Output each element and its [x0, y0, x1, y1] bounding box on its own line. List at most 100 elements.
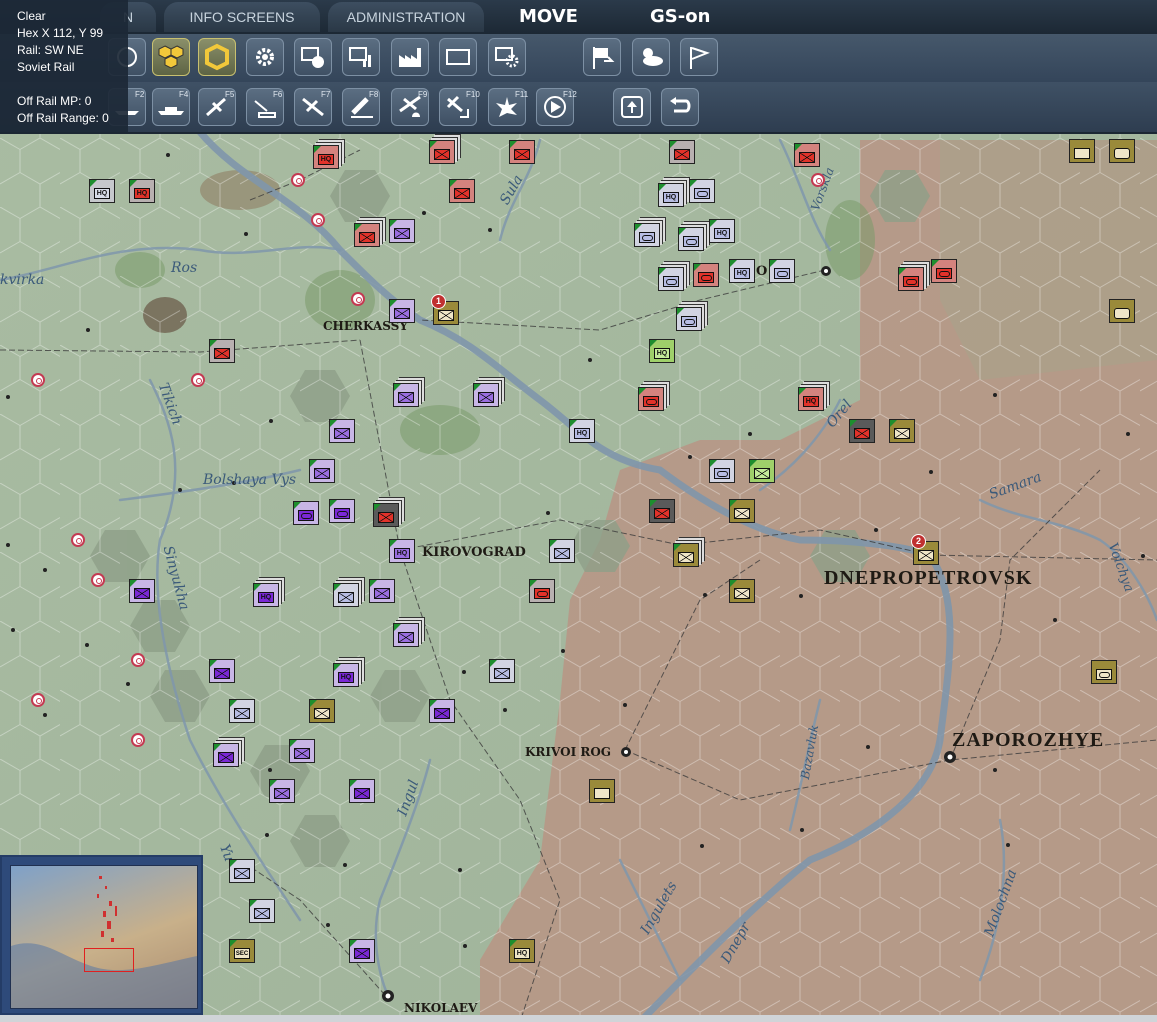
soviet-infantry-counter[interactable]: [669, 140, 695, 164]
armor-counter[interactable]: [709, 459, 735, 483]
gs-mode-label[interactable]: GS-on: [650, 6, 710, 27]
armor-counter[interactable]: [678, 227, 704, 251]
hq-counter[interactable]: [729, 259, 755, 283]
gear-icon[interactable]: [246, 38, 284, 76]
hex-frame-icon[interactable]: [198, 38, 236, 76]
infantry-counter[interactable]: [333, 583, 359, 607]
axis-infantry-counter[interactable]: [673, 543, 699, 567]
strike-icon[interactable]: F10: [439, 88, 480, 126]
axis-unit-counter[interactable]: [1109, 139, 1135, 163]
weather-icon[interactable]: [632, 38, 670, 76]
axis-infantry-counter[interactable]: [429, 699, 455, 723]
axis-hq-counter[interactable]: [333, 663, 359, 687]
undo-icon[interactable]: [661, 88, 699, 126]
artillery-icon[interactable]: F6: [246, 88, 284, 126]
axis-armor-counter[interactable]: [293, 501, 319, 525]
axis-infantry-counter[interactable]: [473, 383, 499, 407]
battleship-icon[interactable]: F4: [152, 88, 190, 126]
axis-infantry-counter[interactable]: [213, 743, 239, 767]
axis-infantry-counter[interactable]: [889, 419, 915, 443]
infantry-counter[interactable]: [229, 699, 255, 723]
rectangle-icon[interactable]: [439, 38, 477, 76]
axis-infantry-counter[interactable]: [349, 939, 375, 963]
arrow-circle-icon[interactable]: F12: [536, 88, 577, 126]
axis-infantry-counter[interactable]: [289, 739, 315, 763]
axis-infantry-counter[interactable]: [369, 579, 395, 603]
soviet-hq-counter[interactable]: [798, 387, 824, 411]
axis-hq-counter[interactable]: [649, 339, 675, 363]
chart-box-icon[interactable]: [342, 38, 380, 76]
axis-infantry-counter[interactable]: [389, 299, 415, 323]
hq-counter[interactable]: [569, 419, 595, 443]
battle-marker[interactable]: 2: [911, 534, 926, 549]
soviet-infantry-counter[interactable]: [209, 339, 235, 363]
upload-icon[interactable]: [613, 88, 651, 126]
security-counter[interactable]: SEC: [229, 939, 255, 963]
paradrop-icon[interactable]: F9: [391, 88, 429, 126]
tab-info-screens[interactable]: INFO SCREENS: [164, 2, 320, 32]
soviet-armor-counter[interactable]: [529, 579, 555, 603]
hq-counter[interactable]: [658, 183, 684, 207]
tab-administration[interactable]: ADMINISTRATION: [328, 2, 484, 32]
axis-infantry-counter[interactable]: [309, 459, 335, 483]
soviet-infantry-counter[interactable]: [373, 503, 399, 527]
axis-unit-counter[interactable]: [1109, 299, 1135, 323]
armor-counter[interactable]: [676, 307, 702, 331]
axis-armor-counter[interactable]: [329, 499, 355, 523]
move-mode-label[interactable]: MOVE: [519, 6, 578, 27]
soviet-infantry-counter[interactable]: [794, 143, 820, 167]
axis-hq-counter[interactable]: [389, 539, 415, 563]
axis-engineer-counter[interactable]: [1069, 139, 1095, 163]
armor-counter[interactable]: [769, 259, 795, 283]
axis-infantry-counter[interactable]: [393, 623, 419, 647]
soviet-infantry-counter[interactable]: [849, 419, 875, 443]
minimap-image[interactable]: [10, 865, 198, 1009]
axis-infantry-counter[interactable]: [329, 419, 355, 443]
soviet-infantry-counter[interactable]: [354, 223, 380, 247]
infantry-counter[interactable]: [249, 899, 275, 923]
axis-infantry-counter[interactable]: [389, 219, 415, 243]
soviet-hq-counter[interactable]: [89, 179, 115, 203]
infantry-counter[interactable]: [229, 859, 255, 883]
axis-hq-counter[interactable]: [253, 583, 279, 607]
plane-icon[interactable]: F7: [294, 88, 332, 126]
flag-arrow-icon[interactable]: [583, 38, 621, 76]
infantry-counter[interactable]: [489, 659, 515, 683]
soviet-armor-counter[interactable]: [931, 259, 957, 283]
gear-box-icon[interactable]: [488, 38, 526, 76]
factory-icon[interactable]: [391, 38, 429, 76]
axis-infantry-counter[interactable]: [749, 459, 775, 483]
infantry-counter[interactable]: [549, 539, 575, 563]
soviet-hq-counter[interactable]: [313, 145, 339, 169]
bomber-icon[interactable]: F8: [342, 88, 380, 126]
axis-infantry-counter[interactable]: [349, 779, 375, 803]
axis-hq-counter[interactable]: [509, 939, 535, 963]
unit-box-icon[interactable]: [294, 38, 332, 76]
minimap[interactable]: [0, 855, 203, 1015]
soviet-infantry-counter[interactable]: [429, 140, 455, 164]
axis-infantry-counter[interactable]: [729, 579, 755, 603]
axis-armor-counter[interactable]: [1091, 660, 1117, 684]
hex-cluster-icon[interactable]: [152, 38, 190, 76]
soviet-armor-counter[interactable]: [638, 387, 664, 411]
soviet-infantry-counter[interactable]: [509, 140, 535, 164]
soviet-infantry-counter[interactable]: [649, 499, 675, 523]
flag-icon[interactable]: [680, 38, 718, 76]
explosion-icon[interactable]: F11: [488, 88, 528, 126]
armor-counter[interactable]: [634, 223, 660, 247]
armor-counter[interactable]: [658, 267, 684, 291]
soviet-infantry-counter[interactable]: [449, 179, 475, 203]
air-recon-icon[interactable]: F5: [198, 88, 236, 126]
axis-infantry-counter[interactable]: [209, 659, 235, 683]
soviet-armor-counter[interactable]: [693, 263, 719, 287]
axis-infantry-counter[interactable]: [729, 499, 755, 523]
armor-counter[interactable]: [689, 179, 715, 203]
axis-infantry-counter[interactable]: [129, 579, 155, 603]
axis-infantry-counter[interactable]: [269, 779, 295, 803]
axis-infantry-counter[interactable]: [309, 699, 335, 723]
hq-counter[interactable]: [709, 219, 735, 243]
battle-marker[interactable]: 1: [431, 294, 446, 309]
axis-engineer-counter[interactable]: [589, 779, 615, 803]
soviet-armor-counter[interactable]: [898, 267, 924, 291]
minimap-viewport[interactable]: [84, 948, 134, 972]
